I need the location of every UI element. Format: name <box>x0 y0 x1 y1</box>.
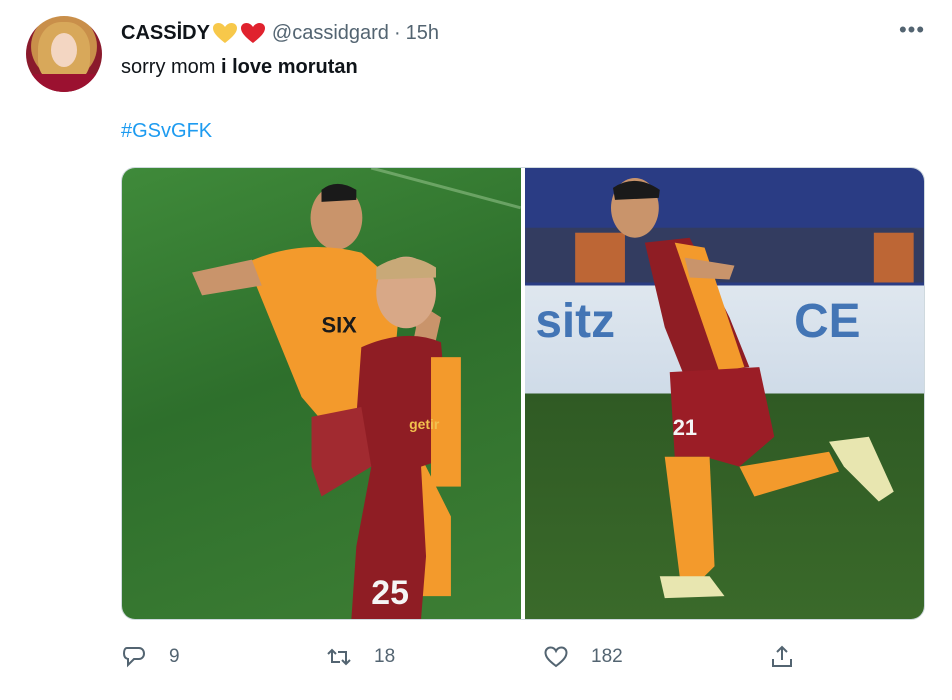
tweet-text-bold: i love morutan <box>221 56 358 78</box>
reply-count: 9 <box>169 646 180 667</box>
avatar-dress <box>26 74 102 92</box>
like-icon <box>544 646 568 668</box>
reply-icon <box>122 647 146 668</box>
yellow-heart-icon <box>212 22 238 44</box>
tweet-text: sorry mom i love morutan <box>121 56 358 79</box>
media-image-1[interactable]: SIX getir 25 <box>122 168 521 619</box>
reply-button[interactable]: 9 <box>121 640 180 674</box>
share-button[interactable] <box>769 640 795 674</box>
tweet-header: CASSİDY @cassidgard · 15h <box>121 21 439 45</box>
retweet-count: 18 <box>374 646 396 667</box>
media-image-2[interactable]: sitz CE 21 <box>525 168 924 619</box>
avatar[interactable] <box>26 16 102 92</box>
photo-running-player: sitz CE 21 <box>525 177 924 599</box>
svg-text:CE: CE <box>794 295 860 348</box>
kit-sponsor-text: getir <box>409 416 440 432</box>
author-handle[interactable]: @cassidgard <box>272 22 389 45</box>
more-options-icon[interactable]: ••• <box>898 19 926 44</box>
photo-celebrating-players: SIX getir 25 <box>192 168 521 619</box>
share-icon <box>772 645 792 667</box>
tweet-text-plain: sorry mom <box>121 56 221 78</box>
avatar-face <box>51 33 77 67</box>
tweet-actions: 9 18 182 <box>121 640 925 674</box>
header-separator: · <box>393 21 401 44</box>
retweet-icon <box>327 648 351 666</box>
like-count: 182 <box>591 646 623 667</box>
svg-text:sitz: sitz <box>535 295 615 348</box>
tweet-timestamp[interactable]: 15h <box>406 22 439 45</box>
hashtag-link[interactable]: #GSvGFK <box>121 120 212 143</box>
shirt-number-25: 25 <box>371 574 409 612</box>
tweet-media[interactable]: SIX getir 25 sitz CE 21 <box>121 167 925 620</box>
shirt-number-21: 21 <box>673 415 697 440</box>
red-heart-icon <box>240 22 266 44</box>
author-name[interactable]: CASSİDY <box>121 22 210 45</box>
retweet-button[interactable]: 18 <box>326 640 395 674</box>
like-button[interactable]: 182 <box>543 640 623 674</box>
svg-text:SIX: SIX <box>322 312 358 337</box>
